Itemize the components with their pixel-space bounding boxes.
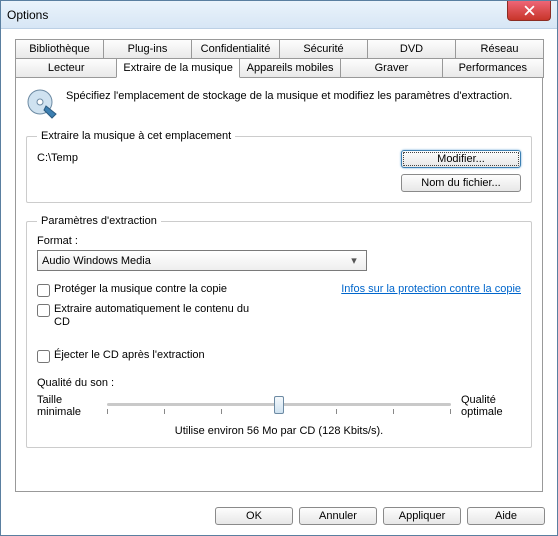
group-location-legend: Extraire la musique à cet emplacement <box>37 130 235 142</box>
eject-label: Éjecter le CD après l'extraction <box>54 349 205 362</box>
format-value: Audio Windows Media <box>42 255 151 267</box>
modify-button[interactable]: Modifier... <box>401 150 521 168</box>
apply-button[interactable]: Appliquer <box>383 507 461 525</box>
slider-max-label: Qualité optimale <box>461 394 521 418</box>
close-icon <box>524 5 535 16</box>
usage-text: Utilise environ 56 Mo par CD (128 Kbits/… <box>37 425 521 437</box>
rip-path: C:\Temp <box>37 150 401 164</box>
rip-music-icon <box>26 88 58 120</box>
tab-row-1: Bibliothèque Plug-ins Confidentialité Sé… <box>15 39 543 59</box>
tab-lecteur[interactable]: Lecteur <box>15 58 117 78</box>
tabs: Bibliothèque Plug-ins Confidentialité Sé… <box>15 39 543 492</box>
protect-checkbox[interactable] <box>37 284 50 297</box>
close-button[interactable] <box>507 1 551 21</box>
options-window: Options Bibliothèque Plug-ins Confidenti… <box>0 0 558 536</box>
titlebar: Options <box>1 1 557 29</box>
slider-min-label: Taille minimale <box>37 394 97 418</box>
tab-row-2: Lecteur Extraire de la musique Appareils… <box>15 58 543 78</box>
tab-plugins[interactable]: Plug-ins <box>103 39 192 59</box>
tab-dvd[interactable]: DVD <box>367 39 456 59</box>
dialog-buttons: OK Annuler Appliquer Aide <box>215 507 545 525</box>
filename-button[interactable]: Nom du fichier... <box>401 174 521 192</box>
tab-performances[interactable]: Performances <box>442 58 544 78</box>
tab-extraire[interactable]: Extraire de la musique <box>116 58 239 78</box>
quality-section: Qualité du son : Taille minimale Qualité… <box>37 377 521 437</box>
intro-text: Spécifiez l'emplacement de stockage de l… <box>66 88 512 102</box>
tab-panel: Spécifiez l'emplacement de stockage de l… <box>15 78 543 492</box>
ok-button[interactable]: OK <box>215 507 293 525</box>
group-params: Paramètres d'extraction Format : Audio W… <box>26 215 532 448</box>
content-area: Bibliothèque Plug-ins Confidentialité Sé… <box>1 29 557 535</box>
chevron-down-icon: ▾ <box>346 254 362 267</box>
quality-label: Qualité du son : <box>37 377 521 389</box>
tab-graver[interactable]: Graver <box>340 58 442 78</box>
window-title: Options <box>7 8 48 22</box>
tab-bibliotheque[interactable]: Bibliothèque <box>15 39 104 59</box>
cancel-button[interactable]: Annuler <box>299 507 377 525</box>
format-select[interactable]: Audio Windows Media ▾ <box>37 250 367 271</box>
help-button[interactable]: Aide <box>467 507 545 525</box>
group-params-legend: Paramètres d'extraction <box>37 215 161 227</box>
intro-row: Spécifiez l'emplacement de stockage de l… <box>26 88 532 120</box>
tab-confidentialite[interactable]: Confidentialité <box>191 39 280 59</box>
protection-info-link[interactable]: Infos sur la protection contre la copie <box>341 283 521 295</box>
slider-thumb[interactable] <box>274 396 284 414</box>
eject-checkbox[interactable] <box>37 350 50 363</box>
tab-reseau[interactable]: Réseau <box>455 39 544 59</box>
format-label: Format : <box>37 235 521 247</box>
tab-appareils[interactable]: Appareils mobiles <box>239 58 341 78</box>
auto-rip-checkbox[interactable] <box>37 304 50 317</box>
auto-rip-label: Extraire automatiquement le contenu du C… <box>54 303 254 329</box>
protect-label: Protéger la musique contre la copie <box>54 283 227 296</box>
group-location: Extraire la musique à cet emplacement C:… <box>26 130 532 203</box>
quality-slider[interactable] <box>107 393 451 419</box>
tab-securite[interactable]: Sécurité <box>279 39 368 59</box>
